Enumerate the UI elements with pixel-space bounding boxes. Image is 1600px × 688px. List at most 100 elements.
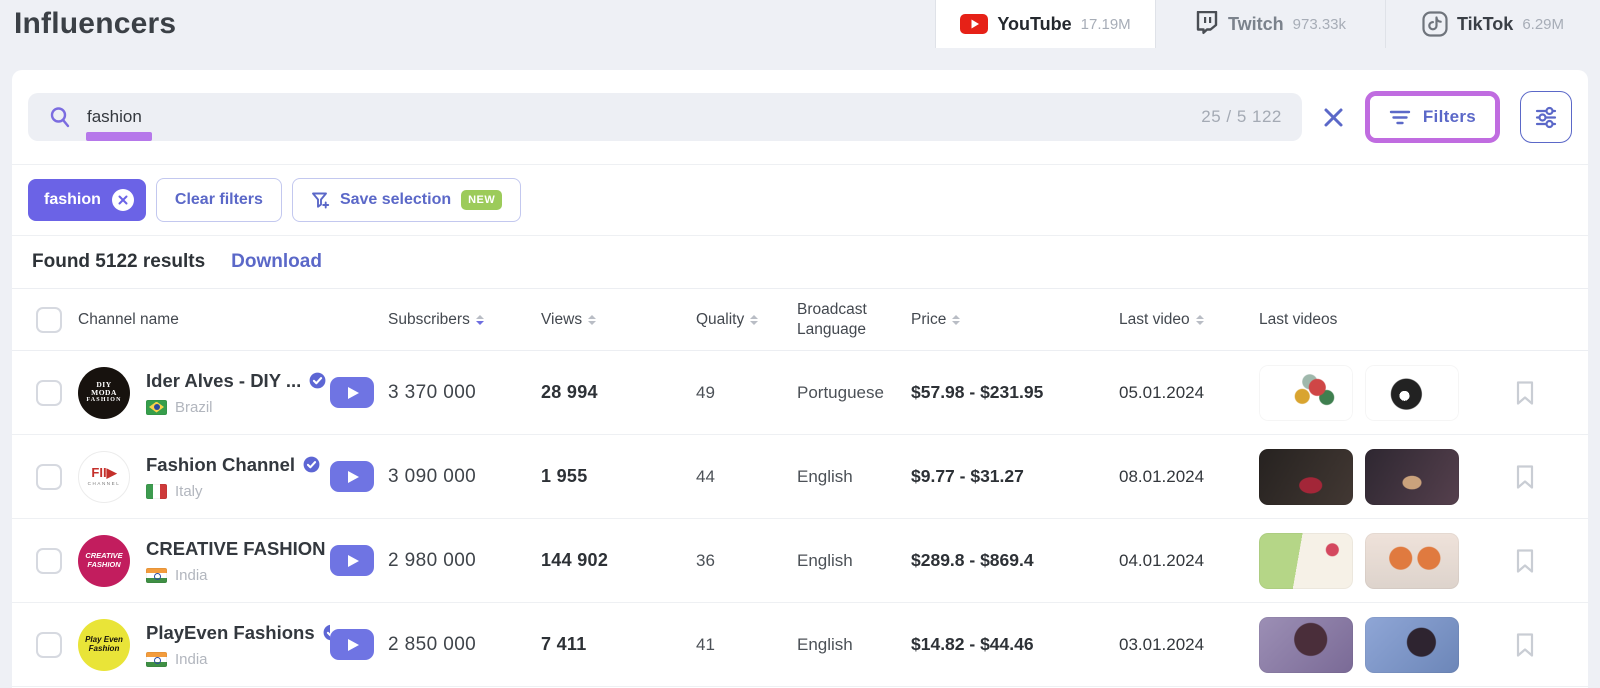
bookmark-icon[interactable] (1515, 548, 1535, 574)
bookmark-icon[interactable] (1515, 380, 1535, 406)
clear-search-button[interactable] (1322, 106, 1345, 129)
verified-badge-icon (308, 371, 327, 390)
views-value: 28 994 (541, 382, 696, 403)
language-value: English (797, 635, 911, 655)
bookmark-icon[interactable] (1515, 632, 1535, 658)
country-name: India (175, 651, 208, 668)
select-all-checkbox[interactable] (36, 307, 62, 333)
price-value: $289.8 - $869.4 (911, 550, 1119, 571)
quality-value: 36 (696, 551, 797, 571)
filters-button[interactable]: Filters (1370, 96, 1495, 138)
column-header-subscribers[interactable]: Subscribers (388, 311, 541, 329)
channel-info: Fashion Channel Italy (146, 454, 330, 500)
column-header-quality[interactable]: Quality (696, 311, 797, 329)
results-count: Found 5122 results (32, 251, 205, 273)
country-flag-icon (146, 568, 167, 583)
country-name: India (175, 567, 208, 584)
play-icon (348, 471, 359, 483)
result-counter: 25 / 5 122 (1201, 107, 1282, 127)
channel-avatar[interactable]: FII▶CHANNEL (78, 451, 130, 503)
play-video-button[interactable] (330, 629, 374, 660)
last-video-date: 03.01.2024 (1119, 635, 1259, 655)
channel-country: Brazil (146, 399, 330, 416)
tab-count: 17.19M (1081, 16, 1131, 33)
video-thumbnail[interactable] (1365, 533, 1459, 589)
row-checkbox[interactable] (36, 632, 62, 658)
column-header-last-video[interactable]: Last video (1119, 311, 1259, 329)
play-video-button[interactable] (330, 377, 374, 408)
table-settings-button[interactable] (1520, 91, 1572, 143)
channel-name[interactable]: PlayEven Fashions (146, 622, 315, 644)
channel-name[interactable]: Ider Alves - DIY ... (146, 370, 301, 392)
tab-count: 6.29M (1522, 16, 1564, 33)
video-thumbnail[interactable] (1365, 617, 1459, 673)
last-video-date: 08.01.2024 (1119, 467, 1259, 487)
last-video-date: 04.01.2024 (1119, 551, 1259, 571)
row-checkbox[interactable] (36, 464, 62, 490)
sort-icon[interactable] (588, 315, 596, 325)
country-name: Italy (175, 483, 203, 500)
play-video-button[interactable] (330, 461, 374, 492)
channel-name[interactable]: Fashion Channel (146, 454, 295, 476)
sort-icon[interactable] (952, 315, 960, 325)
language-value: English (797, 467, 911, 487)
quality-value: 41 (696, 635, 797, 655)
clear-filters-button[interactable]: Clear filters (156, 178, 282, 222)
tab-twitch[interactable]: Twitch 973.33k (1155, 0, 1385, 48)
bookmark-icon[interactable] (1515, 464, 1535, 490)
video-thumbnail[interactable] (1259, 533, 1353, 589)
quality-value: 49 (696, 383, 797, 403)
channel-info: PlayEven Fashions India (146, 622, 330, 668)
last-videos-thumbnails (1259, 617, 1471, 673)
channel-avatar[interactable]: Play EvenFashion (78, 619, 130, 671)
channel-info: CREATIVE FASHION India (146, 538, 330, 584)
results-card: fashion 25 / 5 122 Filters fashion (12, 70, 1588, 688)
search-bar[interactable]: fashion 25 / 5 122 (28, 93, 1302, 141)
subscribers-value: 2 980 000 (388, 550, 541, 572)
row-checkbox[interactable] (36, 380, 62, 406)
video-thumbnail[interactable] (1259, 365, 1353, 421)
remove-chip-icon[interactable] (112, 189, 134, 211)
video-thumbnail[interactable] (1365, 449, 1459, 505)
price-value: $9.77 - $31.27 (911, 466, 1119, 487)
twitch-icon (1195, 11, 1219, 37)
tab-label: YouTube (997, 14, 1071, 35)
channel-avatar[interactable]: CREATIVEFASHION (78, 535, 130, 587)
filter-chip-fashion[interactable]: fashion (28, 179, 146, 221)
play-icon (348, 555, 359, 567)
search-query[interactable]: fashion (87, 107, 142, 126)
filter-lines-icon (1389, 109, 1411, 126)
row-checkbox[interactable] (36, 548, 62, 574)
play-video-button[interactable] (330, 545, 374, 576)
column-header-views[interactable]: Views (541, 311, 696, 329)
video-thumbnail[interactable] (1259, 617, 1353, 673)
search-section: fashion 25 / 5 122 Filters (12, 70, 1588, 165)
column-header-channel-name: Channel name (78, 311, 388, 329)
table-header: Channel name Subscribers Views Quality B… (12, 289, 1588, 351)
play-icon (348, 639, 359, 651)
channel-country: India (146, 651, 330, 668)
table-row: CREATIVEFASHION CREATIVE FASHION India 2… (12, 519, 1588, 603)
filters-label: Filters (1423, 107, 1476, 127)
column-header-price[interactable]: Price (911, 311, 1119, 329)
channel-avatar[interactable]: DIYMODAFASHION (78, 367, 130, 419)
results-summary-section: Found 5122 results Download (12, 236, 1588, 289)
save-selection-button[interactable]: Save selection NEW (292, 178, 521, 222)
tab-tiktok[interactable]: TikTok 6.29M (1385, 0, 1600, 48)
video-thumbnail[interactable] (1259, 449, 1353, 505)
sort-icon[interactable] (750, 315, 758, 325)
search-icon (48, 105, 72, 129)
views-value: 144 902 (541, 550, 696, 571)
sliders-icon (1533, 104, 1559, 130)
play-icon (348, 387, 359, 399)
country-flag-icon (146, 400, 167, 415)
subscribers-value: 3 090 000 (388, 466, 541, 488)
sort-icon[interactable] (476, 315, 484, 325)
channel-name[interactable]: CREATIVE FASHION (146, 538, 326, 560)
video-thumbnail[interactable] (1365, 365, 1459, 421)
tab-youtube[interactable]: YouTube 17.19M (935, 0, 1155, 48)
sort-icon[interactable] (1196, 315, 1204, 325)
download-link[interactable]: Download (231, 251, 322, 273)
language-value: English (797, 551, 911, 571)
last-videos-thumbnails (1259, 533, 1471, 589)
